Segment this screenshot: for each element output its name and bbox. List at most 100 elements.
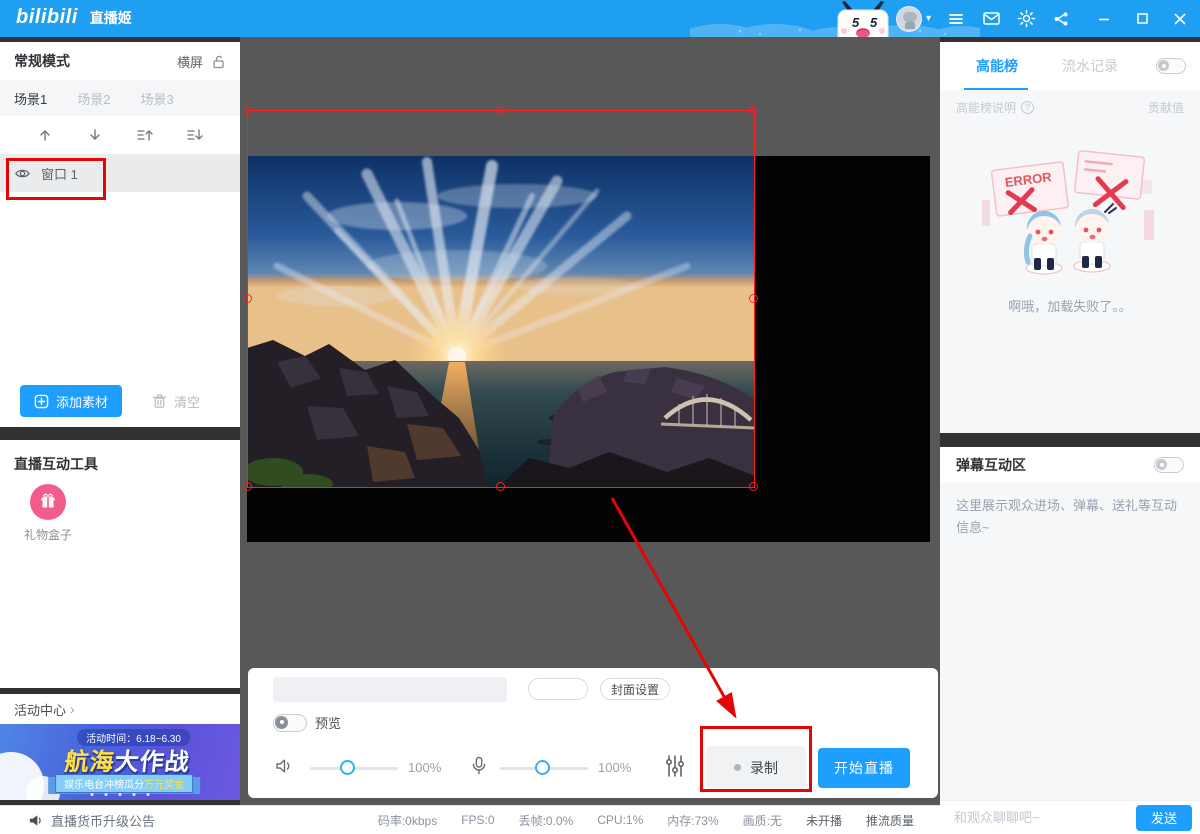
unlock-icon[interactable]: [211, 54, 226, 69]
stat-push-quality[interactable]: 推流质量: [866, 812, 914, 829]
scene-tab-1[interactable]: 场景1: [14, 89, 47, 108]
chat-input[interactable]: [940, 810, 1136, 825]
source-item-window1[interactable]: 窗口 1: [0, 154, 240, 192]
source-order-toolbar: [0, 116, 240, 154]
plus-square-icon: [34, 394, 49, 408]
resize-handle-bottom-center[interactable]: [496, 482, 505, 491]
rank-toggle[interactable]: [1156, 58, 1186, 74]
close-button[interactable]: [1170, 9, 1190, 29]
send-button[interactable]: 发送: [1136, 804, 1192, 831]
stat-bitrate: 码率:0kbps: [377, 813, 438, 828]
announcement-text: 直播货币升级公告: [51, 813, 156, 829]
move-to-top-icon[interactable]: [134, 124, 156, 146]
category-pill[interactable]: [528, 678, 588, 700]
activity-banner[interactable]: 活动时间：6.18~6.30 航海大作战 娱乐电台冲榜瓜分万元奖金: [0, 724, 240, 800]
source-label: 窗口 1: [41, 166, 78, 182]
start-live-button[interactable]: 开始直播: [818, 748, 910, 788]
interaction-tools-card: 直播互动工具 礼物盒子: [0, 440, 240, 688]
rank-help-label: 高能榜说明: [956, 100, 1017, 115]
scene-tab-2[interactable]: 场景2: [77, 89, 110, 108]
megaphone-icon: [29, 814, 41, 826]
settings-gear-icon[interactable]: [1016, 9, 1036, 29]
resize-handle-mid-left[interactable]: [243, 294, 252, 303]
resize-handle-bottom-right[interactable]: [749, 482, 758, 491]
chevron-right-icon: ›: [70, 701, 75, 717]
mic-volume-knob[interactable]: [535, 760, 550, 775]
mode-label: 常规模式: [14, 53, 70, 69]
resize-handle-top-left[interactable]: [243, 106, 252, 115]
add-source-label: 添加素材: [55, 394, 108, 410]
activity-center-card: 活动中心 › 活动时间：6.18~6.30 航海大作战 娱乐电台冲榜瓜分万元奖金: [0, 694, 240, 800]
visibility-eye-icon[interactable]: [14, 165, 31, 182]
stream-title-input[interactable]: [273, 677, 507, 702]
chat-bar: 发送: [940, 800, 1200, 834]
rank-tabs: 高能榜 流水记录: [940, 42, 1200, 90]
minimize-button[interactable]: [1094, 9, 1114, 29]
toggle-knob: [1156, 459, 1167, 470]
tab-high-energy[interactable]: 高能榜: [976, 56, 1018, 76]
record-button[interactable]: 录制: [706, 746, 806, 789]
danmaku-title: 弹幕互动区: [956, 457, 1026, 473]
toggle-knob: [275, 715, 288, 729]
clear-sources-button[interactable]: 清空: [152, 392, 200, 411]
rank-help[interactable]: 高能榜说明 ?: [956, 99, 1148, 116]
rank-body: 高能榜说明 ? 贡献值 ERROR 啊哦，加载失败了。。: [940, 90, 1200, 433]
microphone-icon[interactable]: [470, 756, 488, 776]
move-down-icon[interactable]: [84, 124, 106, 146]
maximize-button[interactable]: [1132, 9, 1152, 29]
banner-dots: [90, 793, 150, 796]
audio-mixer: 100% 100% 录制 开始直播: [248, 746, 938, 789]
gift-icon: [30, 484, 66, 520]
mail-icon[interactable]: [981, 9, 1001, 29]
stat-memory: 内存:73%: [667, 813, 719, 828]
user-avatar-menu[interactable]: ▾: [895, 5, 931, 32]
interaction-tools-title: 直播互动工具: [14, 456, 98, 472]
share-icon[interactable]: [1051, 9, 1071, 29]
window-controls: [1094, 9, 1190, 29]
danmaku-toggle[interactable]: [1154, 457, 1184, 473]
load-failed-text: 啊哦，加载失败了。。: [1008, 299, 1132, 314]
preview-toggle[interactable]: [273, 713, 307, 732]
stream-control-panel: 封面设置 预览 100% 100% 录制 开始直播: [248, 668, 938, 798]
banner-ribbon: 娱乐电台冲榜瓜分万元奖金: [55, 774, 194, 793]
cover-settings-button[interactable]: 封面设置: [600, 678, 670, 700]
speaker-volume-icon[interactable]: [274, 756, 294, 776]
menu-icon[interactable]: [946, 9, 966, 29]
resize-handle-bottom-left[interactable]: [243, 482, 252, 491]
brand: bilibili 直播姬: [16, 6, 132, 29]
activity-center-link[interactable]: 活动中心 ›: [0, 694, 240, 724]
move-to-bottom-icon[interactable]: [184, 124, 206, 146]
danmaku-card: 弹幕互动区 这里展示观众进场、弹幕、送礼等互动信息~ 发送: [940, 447, 1200, 834]
danmaku-hint: 这里展示观众进场、弹幕、送礼等互动信息~: [940, 483, 1200, 800]
activity-center-label: 活动中心: [14, 702, 67, 718]
move-up-icon[interactable]: [34, 124, 56, 146]
question-icon[interactable]: ?: [1021, 100, 1035, 114]
speaker-volume-knob[interactable]: [340, 760, 355, 775]
gift-box-tool[interactable]: 礼物盒子: [20, 484, 76, 543]
stream-stats: 码率:0kbps FPS:0 丢帧:0.0% CPU:1% 内存:73% 画质:…: [378, 812, 914, 829]
resize-handle-mid-right[interactable]: [749, 294, 758, 303]
titlebar-actions: ▾: [895, 0, 1190, 37]
scene-tabs: 场景1 场景2 场景3: [0, 80, 240, 116]
add-source-button[interactable]: 添加素材: [20, 385, 122, 417]
resize-handle-top-right[interactable]: [749, 106, 758, 115]
caret-down-icon[interactable]: ▾: [926, 13, 931, 24]
announcement[interactable]: 直播货币升级公告: [28, 811, 155, 830]
stat-fps: FPS:0: [461, 813, 495, 827]
scene-card: 常规模式 横屏 场景1 场景2 场景3 窗口 1 添加素材 清空: [0, 42, 240, 427]
preview-label: 预览: [315, 716, 342, 731]
orientation-label[interactable]: 横屏: [177, 52, 203, 71]
tab-flow-record[interactable]: 流水记录: [1062, 56, 1118, 76]
clear-sources-label: 清空: [174, 394, 201, 410]
resize-handle-top-center[interactable]: [496, 106, 505, 115]
sources-sidebar: 常规模式 横屏 场景1 场景2 场景3 窗口 1 添加素材 清空 直播互动工具 …: [0, 37, 240, 805]
source-selection-box[interactable]: [243, 106, 758, 491]
contribution-label: 贡献值: [1147, 100, 1184, 115]
scene-tab-3[interactable]: 场景3: [140, 89, 173, 108]
trash-icon: [152, 394, 167, 408]
avatar[interactable]: [895, 5, 922, 32]
mic-volume-value: 100%: [598, 760, 632, 775]
stat-cpu: CPU:1%: [597, 813, 644, 827]
audio-settings-sliders-icon[interactable]: [664, 754, 686, 778]
rank-card: 高能榜 流水记录 高能榜说明 ? 贡献值 ERROR 啊哦，加载失败了。。: [940, 42, 1200, 433]
